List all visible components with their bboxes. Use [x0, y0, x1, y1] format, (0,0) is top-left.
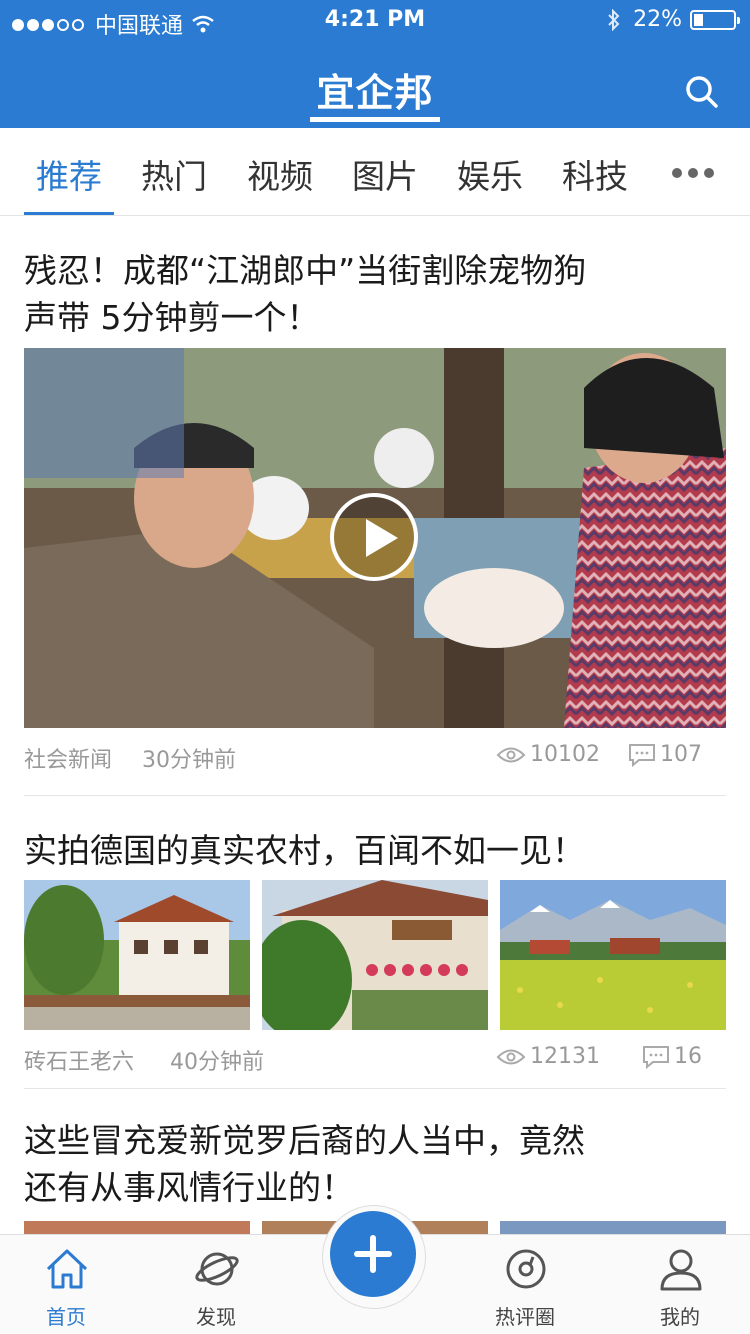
thumbnail-image[interactable]	[24, 880, 250, 1030]
article-time: 40分钟前	[170, 1050, 264, 1075]
article-title[interactable]: 残忍！成都“江湖郎中”当街割除宠物狗 声带 5分钟剪一个！	[24, 247, 726, 341]
tab-hot[interactable]: 热门	[141, 150, 207, 198]
article-meta: 社会新闻 30分钟前 10102 107	[24, 734, 726, 774]
article-source: 社会新闻	[24, 748, 113, 773]
user-icon	[660, 1249, 702, 1291]
app-logo: 宜企邦	[0, 62, 750, 122]
article-title-line: 残忍！成都“江湖郎中”当街割除宠物狗	[24, 251, 587, 290]
nav-profile[interactable]: 我的	[620, 1235, 740, 1334]
thumbnail-image[interactable]	[500, 880, 726, 1030]
more-tabs-icon[interactable]	[666, 168, 714, 178]
nav-home-label: 首页	[46, 1305, 86, 1329]
tab-pictures[interactable]: 图片	[352, 150, 418, 198]
comment-count-value: 107	[660, 742, 702, 767]
comment-count-value: 16	[674, 1044, 702, 1069]
image-thumbnails	[24, 880, 726, 1030]
nav-discover-label: 发现	[196, 1305, 236, 1329]
comment-count[interactable]: 16	[642, 1044, 702, 1069]
nav-discover[interactable]: 发现	[156, 1235, 276, 1334]
article-card[interactable]: 实拍德国的真实农村，百闻不如一见！ 砖石王老六 40分钟前 12131 16	[24, 827, 726, 1076]
nav-hot-comments[interactable]: 热评圈	[465, 1235, 585, 1334]
search-icon[interactable]	[684, 74, 720, 110]
view-count-value: 12131	[530, 1044, 600, 1069]
view-count: 10102	[496, 742, 600, 767]
divider	[24, 1088, 726, 1089]
nav-profile-label: 我的	[660, 1305, 700, 1329]
battery-percent: 22%	[633, 7, 682, 32]
article-title[interactable]: 这些冒充爱新觉罗后裔的人当中，竟然 还有从事风情行业的！	[24, 1117, 726, 1211]
thumbnail-image[interactable]	[262, 880, 488, 1030]
article-card[interactable]: 残忍！成都“江湖郎中”当街割除宠物狗 声带 5分钟剪一个！ 社会新闻 30分钟前…	[24, 247, 726, 774]
view-count-value: 10102	[530, 742, 600, 767]
article-source: 砖石王老六	[24, 1050, 135, 1075]
view-count: 12131	[496, 1044, 600, 1069]
video-thumbnail[interactable]	[24, 348, 726, 728]
bluetooth-icon	[608, 8, 620, 31]
eye-icon	[496, 747, 526, 762]
eye-icon	[496, 1049, 526, 1064]
play-button-icon[interactable]	[330, 493, 418, 581]
logo-text: 宜企邦	[310, 71, 440, 122]
tab-recommended[interactable]: 推荐	[36, 150, 102, 198]
article-meta: 砖石王老六 40分钟前 12131 16	[24, 1036, 726, 1076]
article-title-line: 还有从事风情行业的！	[24, 1168, 354, 1207]
tab-video[interactable]: 视频	[247, 150, 313, 198]
article-title-line: 声带 5分钟剪一个！	[24, 298, 320, 337]
nav-home[interactable]: 首页	[6, 1235, 126, 1334]
comment-icon	[643, 1045, 669, 1069]
article-title[interactable]: 实拍德国的真实农村，百闻不如一见！	[24, 827, 726, 874]
comment-icon	[629, 743, 655, 767]
planet-icon	[195, 1252, 239, 1286]
app-header: 中国联通 4:21 PM 22% 宜企邦	[0, 0, 750, 128]
nav-hot-comments-label: 热评圈	[495, 1305, 555, 1329]
article-time: 30分钟前	[142, 748, 236, 773]
active-tab-indicator	[24, 212, 114, 215]
comment-count[interactable]: 107	[628, 742, 702, 767]
compass-icon	[506, 1249, 546, 1289]
divider	[24, 795, 726, 796]
status-bar: 中国联通 4:21 PM 22%	[0, 0, 750, 40]
tab-technology[interactable]: 科技	[562, 150, 628, 198]
category-tabs: 推荐 热门 视频 图片 娱乐 科技	[0, 128, 750, 216]
publish-button[interactable]	[330, 1211, 416, 1297]
battery-icon	[690, 9, 740, 30]
tab-entertainment[interactable]: 娱乐	[457, 150, 523, 198]
article-title-line: 这些冒充爱新觉罗后裔的人当中，竟然	[24, 1121, 585, 1160]
home-icon	[46, 1249, 88, 1289]
